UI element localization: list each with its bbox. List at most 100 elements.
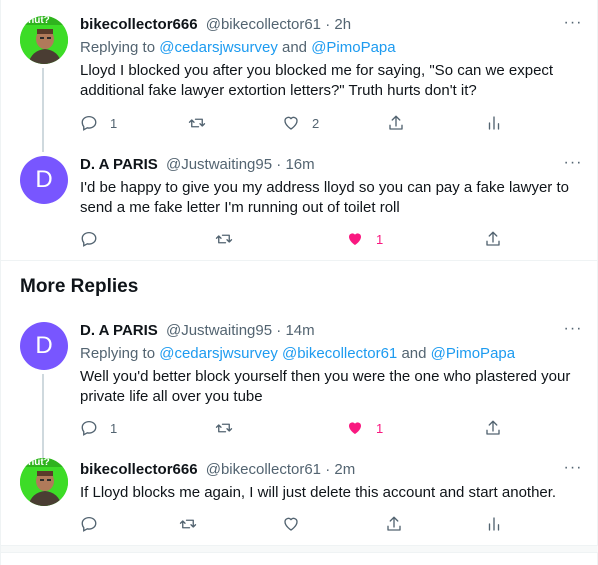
retweet-button[interactable] [188, 113, 218, 133]
retweet-icon [215, 234, 233, 244]
mention-link[interactable]: @bikecollector61 [282, 345, 397, 362]
section-title: More Replies [20, 276, 139, 297]
analytics-icon [488, 517, 500, 531]
avatar-caption: uhut? [22, 458, 50, 468]
avatar[interactable]: D [20, 156, 68, 204]
display-name[interactable]: bikecollector666 [80, 461, 198, 478]
share-icon [486, 420, 500, 435]
share-icon [486, 231, 500, 246]
share-button[interactable] [484, 418, 502, 438]
analytics-button[interactable] [485, 113, 503, 133]
section-separator [1, 545, 598, 553]
tweet-text: I'd be happy to give you my address lloy… [80, 179, 569, 216]
thread-line [42, 144, 44, 152]
thread-line [42, 450, 44, 456]
analytics-button[interactable] [485, 514, 503, 534]
share-icon [389, 115, 403, 130]
tweet-2[interactable]: D D. A PARIS @Justwaiting95 · 16m I'd be… [1, 144, 598, 260]
more-icon[interactable]: ··· [563, 15, 583, 37]
replying-and: and [277, 39, 312, 56]
user-handle[interactable]: @bikecollector61 [206, 16, 321, 33]
more-icon[interactable]: ··· [563, 321, 583, 343]
retweet-icon [215, 423, 233, 433]
separator-dot: · [321, 16, 335, 33]
like-count: 2 [312, 115, 320, 131]
like-button[interactable] [282, 514, 312, 534]
like-button[interactable]: 1 [346, 418, 383, 438]
avatar-caption: uhut? [22, 16, 50, 26]
avatar-letter: D [35, 332, 53, 359]
avatar[interactable]: D [20, 322, 68, 370]
share-button[interactable] [387, 113, 405, 133]
reply-icon [81, 516, 97, 532]
retweet-button[interactable] [215, 229, 245, 249]
mention-link[interactable]: @cedarsjwsurvey [159, 39, 278, 56]
separator-dot: · [272, 156, 286, 173]
separator-dot: · [321, 461, 335, 478]
liked-heart-icon [349, 422, 361, 434]
reply-icon [81, 420, 97, 436]
tweet-header: bikecollector666 @bikecollector61 · 2m [80, 460, 585, 480]
avatar[interactable]: uhut? [20, 16, 68, 64]
replying-prefix: Replying to [80, 39, 160, 56]
timestamp[interactable]: 16m [285, 156, 314, 173]
liked-heart-icon [349, 233, 361, 245]
tweet-4[interactable]: uhut? bikecollector666 @bikecollector61 … [1, 450, 598, 544]
reply-button[interactable] [80, 514, 110, 534]
timestamp[interactable]: 2h [334, 16, 351, 33]
like-icon [284, 116, 298, 130]
reply-count: 1 [110, 420, 118, 436]
avatar[interactable]: uhut? [20, 458, 68, 506]
more-icon[interactable]: ··· [563, 460, 583, 482]
divider [1, 260, 598, 261]
analytics-icon [488, 116, 500, 130]
user-handle[interactable]: @Justwaiting95 [166, 156, 272, 173]
more-icon[interactable]: ··· [563, 155, 583, 177]
replying-to: Replying to @cedarsjwsurvey and @PimoPap… [80, 38, 585, 58]
tweet-header: D. A PARIS @Justwaiting95 · 14m [80, 321, 585, 341]
thread-line [42, 374, 44, 458]
share-icon [387, 516, 401, 531]
reply-button[interactable]: 1 [80, 418, 117, 438]
replying-to: Replying to @cedarsjwsurvey @bikecollect… [80, 344, 585, 364]
tweet-text: If Lloyd blocks me again, I will just de… [80, 484, 557, 501]
user-handle[interactable]: @bikecollector61 [206, 461, 321, 478]
tweet-3[interactable]: D D. A PARIS @Justwaiting95 · 14m Replyi… [1, 310, 598, 458]
like-button[interactable]: 2 [282, 113, 319, 133]
share-button[interactable] [385, 514, 403, 534]
mention-link[interactable]: @PimoPapa [311, 39, 395, 56]
display-name[interactable]: D. A PARIS [80, 322, 158, 339]
timestamp[interactable]: 2m [334, 461, 355, 478]
separator-dot: · [272, 322, 286, 339]
retweet-button[interactable] [215, 418, 245, 438]
replying-prefix: Replying to [80, 345, 160, 362]
reply-button[interactable]: 1 [80, 113, 117, 133]
reply-button[interactable] [80, 229, 110, 249]
share-button[interactable] [484, 229, 502, 249]
display-name[interactable]: D. A PARIS [80, 156, 158, 173]
mention-link[interactable]: @cedarsjwsurvey [159, 345, 278, 362]
like-count: 1 [376, 231, 384, 247]
retweet-icon [179, 519, 197, 529]
conversation-timeline: uhut? bikecollector666 @bikecollector61 … [0, 0, 598, 565]
reply-count: 1 [110, 115, 118, 131]
display-name[interactable]: bikecollector666 [80, 16, 198, 33]
timestamp[interactable]: 14m [285, 322, 314, 339]
tweet-text: Well you'd better block yourself then yo… [80, 368, 571, 405]
user-handle[interactable]: @Justwaiting95 [166, 322, 272, 339]
avatar-letter: D [35, 166, 53, 193]
thread-line [42, 68, 44, 150]
tweet-header: bikecollector666 @bikecollector61 · 2h [80, 15, 585, 35]
like-count: 1 [376, 420, 384, 436]
tweet-text: Lloyd I blocked you after you blocked me… [80, 62, 554, 99]
retweet-button[interactable] [179, 514, 209, 534]
tweet-1[interactable]: uhut? bikecollector666 @bikecollector61 … [1, 0, 598, 150]
tweet-header: D. A PARIS @Justwaiting95 · 16m [80, 155, 585, 175]
retweet-icon [188, 118, 206, 128]
mention-link[interactable]: @PimoPapa [431, 345, 515, 362]
replying-and: and [397, 345, 431, 362]
reply-icon [81, 115, 97, 131]
like-icon [284, 517, 298, 531]
reply-icon [81, 231, 97, 247]
like-button[interactable]: 1 [346, 229, 383, 249]
